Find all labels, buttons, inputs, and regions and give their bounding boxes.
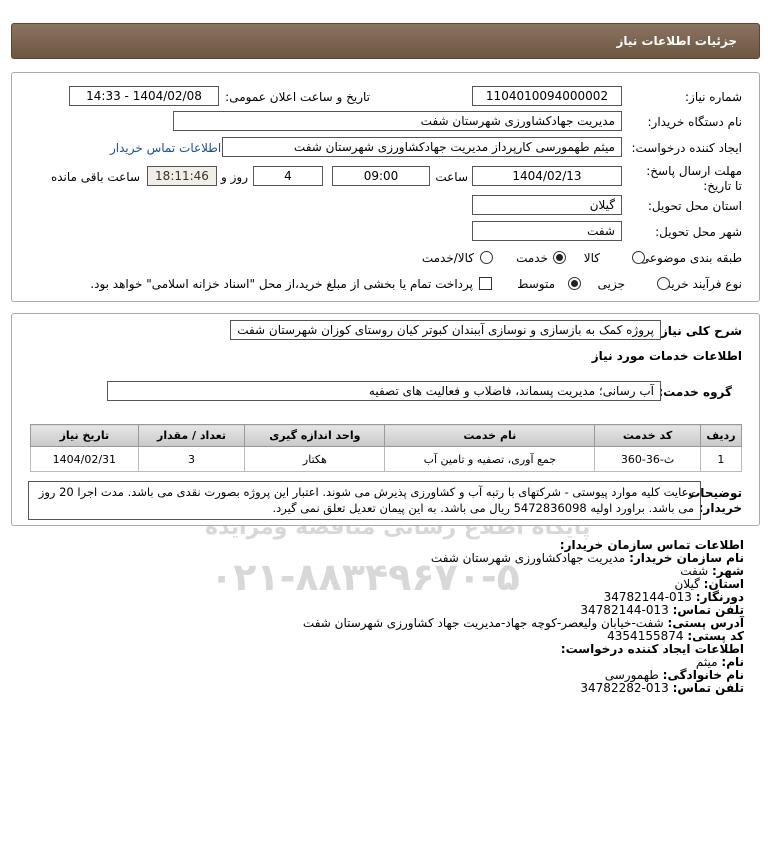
buyer-contact-link[interactable]: اطلاعات تماس خریدار (110, 141, 221, 155)
contact-postal-value: 4354155874 (607, 629, 684, 643)
remaining-time-label: ساعت باقی مانده (50, 170, 140, 184)
col-header-code: کد خدمت (594, 424, 701, 447)
contact-fax-value: 013-34782144 (603, 590, 692, 604)
province-label: استان محل تحویل: (647, 199, 742, 213)
page-title-bar: جزئیات اطلاعات نیاز (11, 23, 760, 59)
service-group-label: گروه خدمت: (658, 385, 732, 399)
category-radio-goods[interactable] (632, 251, 645, 264)
creator-label: ایجاد کننده درخواست: (631, 141, 742, 155)
process-option-medium: متوسط (517, 277, 555, 291)
col-header-unit: واحد اندازه گیری (244, 424, 386, 447)
category-option-goods: کالا (583, 251, 600, 265)
category-option-service: خدمت (516, 251, 548, 265)
cell-quantity: 3 (137, 446, 246, 472)
contact-org-label: نام سازمان خریدار: (629, 551, 744, 565)
deadline-time-field[interactable]: 09:00 (332, 166, 430, 186)
announce-label: تاریخ و ساعت اعلان عمومی: (225, 90, 370, 104)
city-field[interactable]: شفت (472, 221, 622, 241)
creator-section-title: اطلاعات ایجاد کننده درخواست: (560, 642, 744, 656)
deadline-date-field[interactable]: 1404/02/13 (472, 166, 622, 186)
page: PersNamadData پایگاه اطلاع رسانی مناقصه … (0, 0, 770, 845)
treasury-payment-checkbox[interactable] (479, 277, 492, 290)
creator-name-value: میثم (695, 655, 718, 669)
category-radio-goods-service[interactable] (480, 251, 493, 264)
services-section-title: اطلاعات خدمات مورد نیاز (591, 349, 742, 363)
page-title: جزئیات اطلاعات نیاز (616, 34, 737, 48)
col-header-quantity: تعداد / مقدار (137, 424, 246, 447)
category-option-goods-service: کالا/خدمت (421, 251, 474, 265)
city-label: شهر محل تحویل: (655, 225, 742, 239)
cell-unit: هکتار (244, 446, 386, 472)
creator-family-label: نام خانوادگی: (662, 668, 744, 682)
contact-city-value: شفت (680, 564, 709, 578)
creator-name-label: نام: (721, 655, 744, 669)
col-header-name: نام خدمت (384, 424, 596, 447)
description-label: شرح کلی نیاز: (656, 324, 742, 338)
contact-info: اطلاعات تماس سازمان خریدار: نام سازمان خ… (24, 539, 744, 695)
treasury-payment-note: پرداخت تمام یا بخشی از مبلغ خرید،از محل … (90, 277, 473, 291)
deadline-time-label: ساعت (435, 170, 468, 184)
need-number-label: شماره نیاز: (685, 90, 742, 104)
days-label: روز و (221, 170, 248, 184)
need-number-field[interactable]: 1104010094000002 (472, 86, 622, 106)
services-table: ردیف کد خدمت نام خدمت واحد اندازه گیری ت… (30, 424, 743, 472)
contact-province-label: استان: (703, 577, 744, 591)
announce-field[interactable]: 1404/02/08 - 14:33 (69, 86, 219, 106)
buyer-org-field[interactable]: مدیریت جهادکشاورزی شهرستان شفت (173, 111, 622, 131)
contact-postal-label: کد پستی: (687, 629, 744, 643)
contact-address-value: شفت-خیابان ولیعصر-کوچه جهاد-مدیریت جهاد … (302, 616, 664, 630)
category-label: طبقه بندی موضوعی: (635, 251, 742, 265)
col-header-row: ردیف (699, 424, 743, 447)
cell-date: 1404/02/31 (30, 446, 139, 472)
contact-phone-label: تلفن تماس: (672, 603, 744, 617)
contact-section-title: اطلاعات تماس سازمان خریدار: (559, 538, 744, 552)
contact-fax-label: دورنگار: (695, 590, 744, 604)
province-field[interactable]: گیلان (472, 195, 622, 215)
contact-city-label: شهر: (712, 564, 744, 578)
table-row[interactable]: 1 ث-36-360 جمع آوری، تصفیه و تامین آب هک… (30, 446, 743, 472)
service-group-field[interactable]: آب رسانی؛ مدیریت پسماند، فاضلاب و فعالیت… (107, 381, 661, 401)
remaining-time-field: 18:11:46 (147, 166, 217, 186)
deadline-label: مهلت ارسال پاسخ: تا تاریخ: (646, 164, 742, 193)
category-radio-service[interactable] (553, 251, 566, 264)
creator-family-value: طهمورسی (604, 668, 659, 682)
creator-phone-label: تلفن تماس: (672, 681, 744, 695)
process-radio-minor[interactable] (657, 277, 670, 290)
contact-province-value: گیلان (674, 577, 700, 591)
notes-field[interactable]: رعایت کلیه موارد پیوستی - شرکتهای با رتب… (28, 481, 701, 520)
cell-row: 1 (699, 446, 743, 472)
col-header-date: تاریخ نیاز (30, 424, 139, 447)
cell-name: جمع آوری، تصفیه و تامین آب (384, 446, 596, 472)
creator-phone-value: 013-34782282 (580, 681, 669, 695)
process-radio-medium[interactable] (568, 277, 581, 290)
days-remaining-field[interactable]: 4 (253, 166, 323, 186)
contact-org-value: مدیریت جهادکشاورزی شهرستان شفت (430, 551, 626, 565)
description-field[interactable]: پروژه کمک به بازسازی و نوسازی آببندان کب… (230, 320, 661, 340)
cell-code: ث-36-360 (594, 446, 701, 472)
contact-address-label: آدرس پستی: (667, 616, 744, 630)
contact-phone-value: 013-34782144 (580, 603, 669, 617)
buyer-org-label: نام دستگاه خریدار: (647, 115, 743, 129)
process-option-minor: جزیی (597, 277, 625, 291)
creator-field[interactable]: میثم طهمورسی کارپرداز مدیریت جهادکشاورزی… (222, 137, 622, 157)
